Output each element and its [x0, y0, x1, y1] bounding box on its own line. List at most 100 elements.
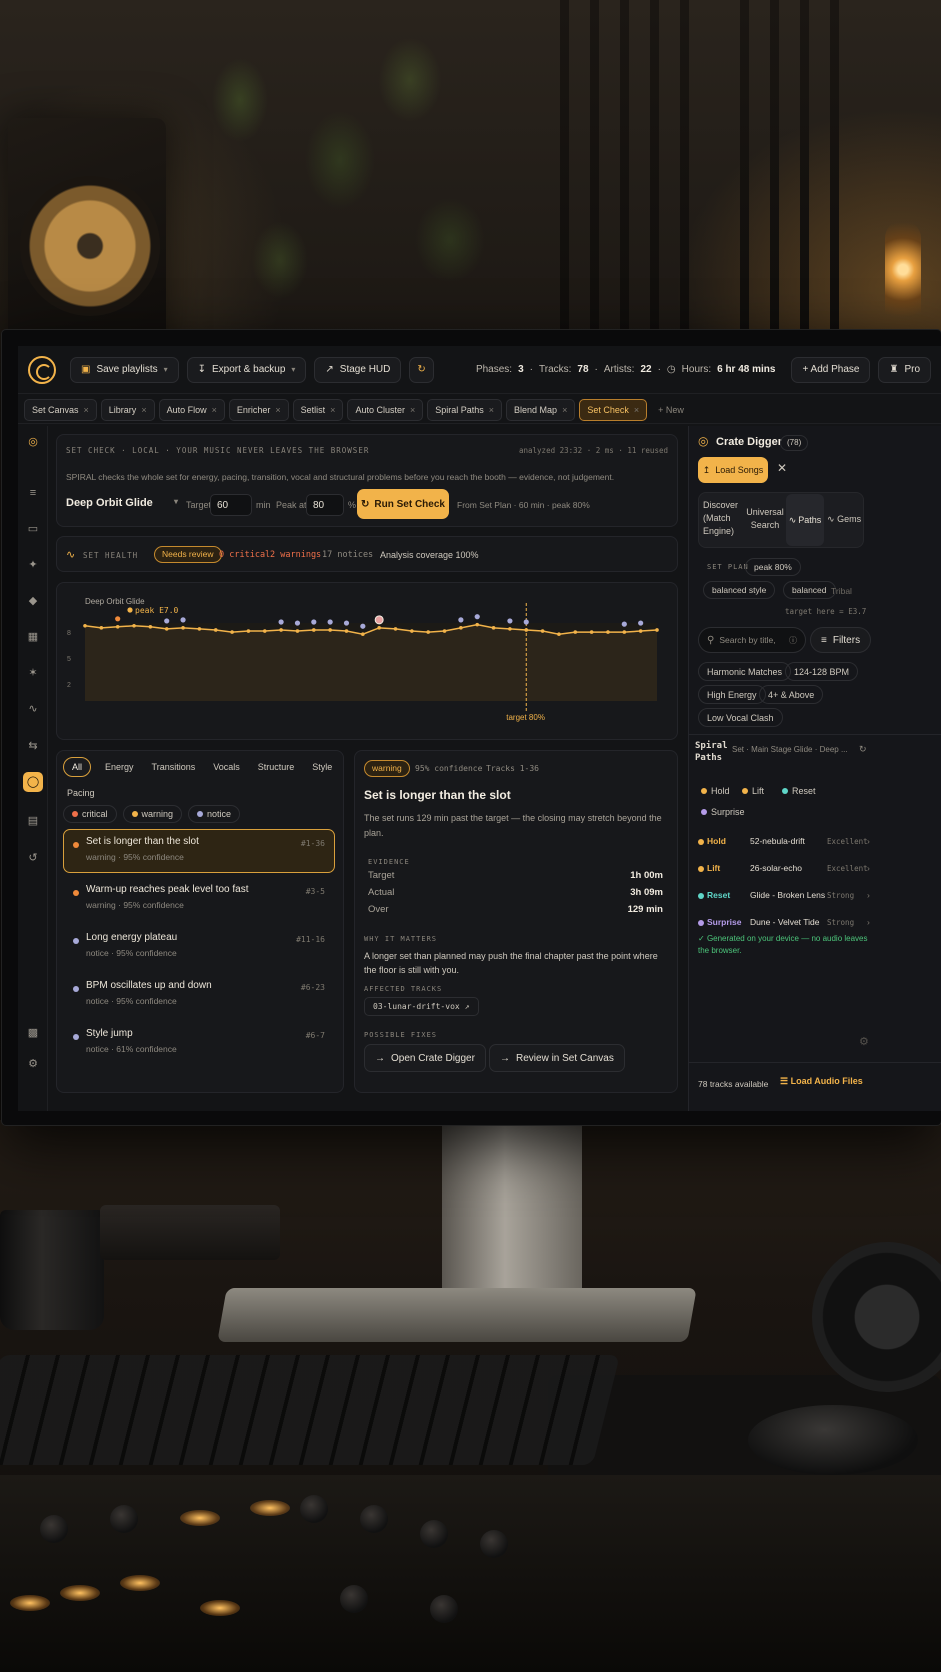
filter-transitions[interactable]: Transitions: [148, 757, 200, 777]
gear-icon[interactable]: ⚙: [23, 1054, 43, 1074]
history-button[interactable]: ↻: [409, 356, 434, 383]
tab-label: Set Canvas: [32, 404, 79, 415]
mixer-light: [250, 1500, 290, 1516]
history-rail-icon[interactable]: ↺: [23, 848, 43, 868]
search-input[interactable]: ⚲ Search by title, ⓘ: [698, 627, 806, 653]
affected-track-chip[interactable]: 03-lunar-drift-vox ↗: [364, 997, 479, 1016]
filter-vocals[interactable]: Vocals: [209, 757, 244, 777]
close-icon[interactable]: ×: [330, 405, 335, 415]
close-icon[interactable]: ×: [212, 405, 217, 415]
tag-low-vocal-clash[interactable]: Low Vocal Clash: [698, 708, 783, 727]
layers-icon[interactable]: ≡: [23, 483, 43, 503]
refresh-icon[interactable]: ↻: [859, 744, 867, 755]
filters-button[interactable]: ≡ Filters: [810, 627, 872, 653]
close-icon[interactable]: ×: [562, 405, 567, 415]
plan-chip[interactable]: balanced: [783, 581, 836, 599]
chevron-right-icon: ›: [867, 917, 870, 927]
tab-spiral-paths[interactable]: Spiral Paths ×: [427, 398, 503, 421]
path-legend-surprise[interactable]: Surprise: [698, 803, 748, 820]
filter-pacing[interactable]: Pacing: [63, 783, 99, 803]
review-set-canvas-button[interactable]: → Review in Set Canvas: [489, 1044, 625, 1072]
new-tab-button[interactable]: + New: [651, 399, 691, 421]
close-icon[interactable]: ×: [84, 405, 89, 415]
filter-style[interactable]: Style: [308, 757, 336, 777]
close-icon[interactable]: ×: [275, 405, 280, 415]
tag-icon[interactable]: ◆: [23, 591, 43, 611]
close-icon[interactable]: ×: [634, 405, 639, 415]
wand-icon[interactable]: ✦: [23, 555, 43, 575]
severity-chip-warning[interactable]: warning: [122, 805, 183, 823]
mode-paths[interactable]: ∿ Paths: [786, 494, 824, 546]
issue-row[interactable]: Style jump notice · 61% confidence #6-7: [63, 1021, 335, 1065]
path-row[interactable]: Reset Glide - Broken Lens Strong ›: [695, 886, 935, 908]
load-audio-files-button[interactable]: ☰ Load Audio Files: [780, 1076, 863, 1087]
settings-cog-icon[interactable]: ⚙: [859, 1035, 869, 1048]
tab-auto-cluster[interactable]: Auto Cluster ×: [347, 398, 424, 421]
close-icon[interactable]: ×: [410, 405, 415, 415]
tag-high-energy[interactable]: High Energy: [698, 685, 766, 704]
tab-set-canvas[interactable]: Set Canvas ×: [24, 398, 97, 421]
set-selector[interactable]: Deep Orbit Glide ▾: [66, 497, 178, 509]
route-icon[interactable]: ∿: [23, 699, 43, 719]
clipboard-icon[interactable]: ▤: [23, 811, 43, 831]
issue-row[interactable]: Set is longer than the slot warning · 95%…: [63, 829, 335, 873]
stage-hud-button[interactable]: ↗ Stage HUD: [314, 356, 402, 383]
generated-note: ✓ Generated on your device — no audio le…: [698, 933, 873, 957]
path-row[interactable]: Hold 52-nebula-drift Excellent ›: [695, 832, 935, 854]
filter-energy[interactable]: Energy: [101, 757, 138, 777]
stack-icon: ☰: [780, 1076, 789, 1086]
tab-auto-flow[interactable]: Auto Flow ×: [158, 398, 225, 421]
issue-row[interactable]: Warm-up reaches peak level too fast warni…: [63, 877, 335, 921]
tag-harmonic-matches[interactable]: Harmonic Matches: [698, 662, 792, 681]
export-backup-button[interactable]: ↧ Export & backup ▾: [186, 356, 307, 383]
close-icon[interactable]: ×: [141, 405, 146, 415]
add-phase-button[interactable]: + Add Phase: [791, 356, 871, 383]
path-legend-lift[interactable]: Lift: [739, 782, 767, 799]
save-playlists-button[interactable]: ▣ Save playlists ▾: [70, 356, 179, 383]
mixer-knob: [430, 1595, 458, 1623]
spiral-logo-icon[interactable]: [28, 355, 56, 384]
tab-enricher[interactable]: Enricher ×: [228, 398, 289, 421]
peak-percent-input[interactable]: 80: [306, 494, 344, 516]
shield-check-icon[interactable]: ◯: [23, 772, 43, 792]
folder-icon[interactable]: ▭: [23, 519, 43, 539]
tag-rating[interactable]: 4+ & Above: [759, 685, 824, 704]
open-crate-digger-button[interactable]: → Open Crate Digger: [364, 1044, 486, 1072]
plan-chip[interactable]: peak 80%: [745, 558, 801, 576]
severity-chip-notice[interactable]: notice: [188, 805, 241, 823]
mode-universal-search[interactable]: Universal Search: [745, 506, 785, 532]
path-legend-hold[interactable]: Hold: [698, 782, 733, 799]
sparkle-icon[interactable]: ✶: [23, 663, 43, 683]
filter-structure[interactable]: Structure: [254, 757, 299, 777]
target-minutes-input[interactable]: 60: [210, 494, 252, 516]
chevron-right-icon: ›: [867, 890, 870, 900]
spiral-rail-icon[interactable]: ◎: [23, 432, 43, 452]
drive-icon[interactable]: ▩: [23, 1023, 43, 1043]
mode-discover[interactable]: Discover (Match Engine): [703, 499, 743, 538]
pro-button[interactable]: ♜ Pro: [878, 356, 931, 383]
severity-chip-critical[interactable]: critical: [63, 805, 117, 823]
load-songs-button[interactable]: ↥ Load Songs: [698, 457, 768, 483]
calendar-icon[interactable]: ▦: [23, 627, 43, 647]
tag-bpm-range[interactable]: 124-128 BPM: [785, 662, 859, 681]
plant-leaves: [160, 20, 490, 330]
close-icon[interactable]: ✕: [777, 461, 787, 475]
path-row[interactable]: Surprise Dune - Velvet Tide Strong ›: [695, 913, 935, 935]
mode-gems[interactable]: ∿ Gems: [827, 514, 861, 525]
tab-set-check[interactable]: Set Check ×: [579, 398, 648, 421]
swap-icon[interactable]: ⇆: [23, 736, 43, 756]
tab-blend-map[interactable]: Blend Map ×: [506, 398, 576, 421]
issue-row[interactable]: BPM oscillates up and down notice · 95% c…: [63, 973, 335, 1017]
filter-all[interactable]: All: [63, 757, 92, 777]
issue-row[interactable]: Long energy plateau notice · 95% confiden…: [63, 925, 335, 969]
tab-library[interactable]: Library ×: [100, 398, 155, 421]
plan-chip[interactable]: balanced style: [703, 581, 776, 599]
path-legend-reset[interactable]: Reset: [779, 782, 819, 799]
close-icon[interactable]: ×: [489, 405, 494, 415]
chevron-right-icon: ›: [867, 863, 870, 873]
run-set-check-button[interactable]: ↻ Run Set Check: [357, 489, 449, 519]
tab-setlist[interactable]: Setlist ×: [292, 398, 344, 421]
help-icon[interactable]: ⓘ: [789, 635, 797, 646]
path-kind: Surprise: [707, 917, 742, 927]
path-row[interactable]: Lift 26-solar-echo Excellent ›: [695, 859, 935, 881]
